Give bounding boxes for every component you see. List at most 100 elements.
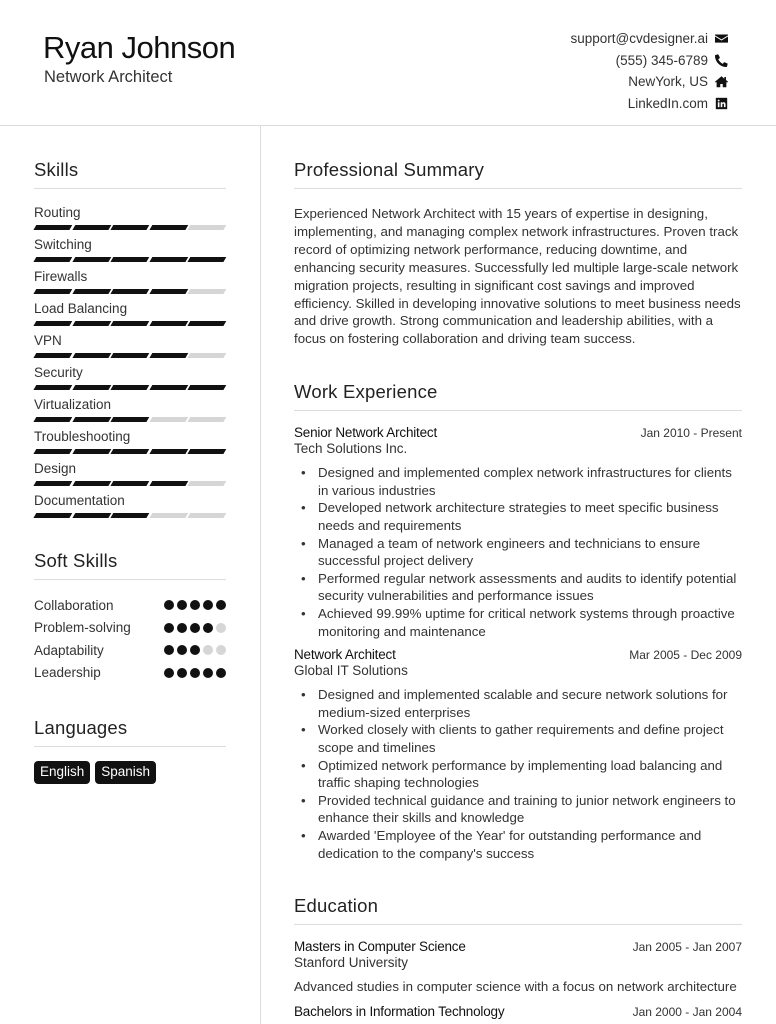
contact-email[interactable]: support@cvdesigner.ai — [570, 28, 728, 50]
contact-phone-text[interactable]: (555) 345-6789 — [616, 53, 708, 68]
skill-name: Documentation — [34, 493, 125, 508]
skill-item: Load Balancing — [33, 299, 227, 326]
column-divider — [260, 126, 261, 1024]
education-description: Advanced studies in computer science wit… — [294, 979, 737, 995]
skill-segment-filled — [33, 225, 72, 230]
skill-segment-empty — [149, 417, 188, 422]
skill-name: Design — [34, 461, 77, 476]
soft-skill-rating — [164, 645, 226, 656]
skill-name: Load Balancing — [34, 301, 128, 316]
skill-segment-empty — [149, 513, 188, 518]
rating-dot-filled — [177, 622, 187, 633]
job-bullet: Worked closely with clients to gather re… — [301, 721, 742, 756]
section-divider — [34, 746, 226, 747]
job-bullet: Awarded 'Employee of the Year' for outst… — [301, 827, 742, 862]
skill-level-bar — [33, 385, 227, 390]
rating-dot-filled — [203, 667, 213, 678]
education-section: Education Masters in Computer Science Ja… — [294, 895, 742, 1019]
contact-linkedin-text[interactable]: LinkedIn.com — [628, 96, 708, 111]
languages-heading: Languages — [34, 717, 128, 738]
rating-dot-filled — [177, 600, 187, 611]
skill-segment-filled — [72, 385, 111, 390]
skill-segment-filled — [33, 449, 72, 454]
rating-dot-filled — [164, 645, 174, 656]
skill-level-bar — [33, 481, 227, 486]
soft-skill-name: Leadership — [34, 665, 101, 681]
skill-name: Routing — [34, 205, 81, 220]
skill-segment-filled — [110, 481, 150, 486]
skill-level-bar — [33, 225, 227, 230]
contact-email-text[interactable]: support@cvdesigner.ai — [570, 31, 708, 46]
envelope-icon — [715, 32, 728, 45]
summary-section: Professional Summary Experienced Network… — [294, 159, 742, 348]
skill-level-bar — [33, 289, 227, 294]
skill-segment-filled — [72, 289, 111, 294]
skill-segment-filled — [110, 449, 150, 454]
home-icon — [715, 75, 728, 88]
skill-segment-filled — [149, 289, 188, 294]
skill-item: Troubleshooting — [33, 427, 227, 454]
rating-dot-filled — [203, 600, 213, 611]
skill-segment-filled — [33, 257, 72, 262]
summary-heading: Professional Summary — [294, 159, 485, 180]
job-title: Network Architect — [294, 647, 396, 663]
experience-section: Work Experience Senior Network Architect… — [294, 381, 742, 862]
skill-segment-filled — [33, 481, 72, 486]
skill-segment-filled — [72, 225, 111, 230]
rating-dot-filled — [190, 645, 200, 656]
section-divider — [294, 924, 742, 926]
skill-level-bar — [33, 353, 227, 358]
section-divider — [294, 188, 742, 189]
skill-item: Firewalls — [33, 267, 227, 294]
skill-item: Virtualization — [33, 395, 227, 422]
skill-segment-empty — [188, 289, 227, 294]
phone-icon — [715, 54, 728, 67]
job-bullet: Optimized network performance by impleme… — [301, 757, 742, 792]
language-badge: English — [34, 761, 91, 784]
rating-dot-empty — [203, 645, 213, 656]
left-column: Skills Routing Switching Firewalls Load Bal… — [33, 126, 227, 784]
skill-segment-filled — [72, 417, 111, 422]
skill-segment-filled — [33, 513, 72, 518]
right-column: Professional Summary Experienced Network… — [294, 126, 742, 1019]
school-name: Stanford University — [294, 955, 409, 971]
skill-level-bar — [33, 257, 227, 262]
contact-location: NewYork, US — [570, 71, 728, 93]
job-bullet: Achieved 99.99% uptime for critical netw… — [301, 605, 742, 640]
education-entry: Masters in Computer Science Jan 2005 - J… — [294, 939, 742, 996]
skill-segment-filled — [33, 385, 72, 390]
skill-segment-filled — [72, 353, 111, 358]
section-divider — [34, 579, 226, 580]
languages-list: English Spanish — [34, 761, 226, 784]
skills-heading: Skills — [34, 159, 79, 180]
candidate-title: Network Architect — [44, 68, 173, 86]
candidate-name: Ryan Johnson — [43, 30, 236, 65]
skill-segment-filled — [110, 225, 150, 230]
job-company: Tech Solutions Inc. — [294, 441, 408, 457]
skill-segment-filled — [110, 417, 150, 422]
skill-name: Firewalls — [34, 269, 88, 284]
job-dates: Mar 2005 - Dec 2009 — [629, 648, 742, 663]
soft-skill-name: Problem-solving — [34, 620, 131, 636]
job-bullet: Managed a team of network engineers and … — [301, 535, 742, 570]
job-dates: Jan 2010 - Present — [640, 426, 742, 441]
skill-segment-filled — [149, 257, 188, 262]
skill-segment-filled — [149, 449, 188, 454]
skill-level-bar — [33, 513, 227, 518]
soft-skill-item: Leadership — [34, 662, 226, 685]
skill-level-bar — [33, 449, 227, 454]
skill-segment-empty — [188, 481, 227, 486]
skills-section: Skills Routing Switching Firewalls Load Bal… — [33, 159, 227, 518]
contact-phone[interactable]: (555) 345-6789 — [570, 50, 728, 72]
skill-segment-filled — [188, 321, 227, 326]
summary-text: Experienced Network Architect with 15 ye… — [294, 206, 741, 347]
contact-linkedin[interactable]: LinkedIn.com — [570, 93, 728, 115]
education-dates: Jan 2005 - Jan 2007 — [632, 940, 742, 955]
section-divider — [294, 410, 742, 412]
education-dates: Jan 2000 - Jan 2004 — [632, 1004, 742, 1019]
skill-segment-filled — [110, 321, 150, 326]
soft-skills-section: Soft Skills Collaboration Problem-solving… — [34, 550, 226, 684]
job-company: Global IT Solutions — [294, 663, 408, 679]
skill-segment-filled — [72, 481, 111, 486]
skill-segment-filled — [188, 257, 227, 262]
